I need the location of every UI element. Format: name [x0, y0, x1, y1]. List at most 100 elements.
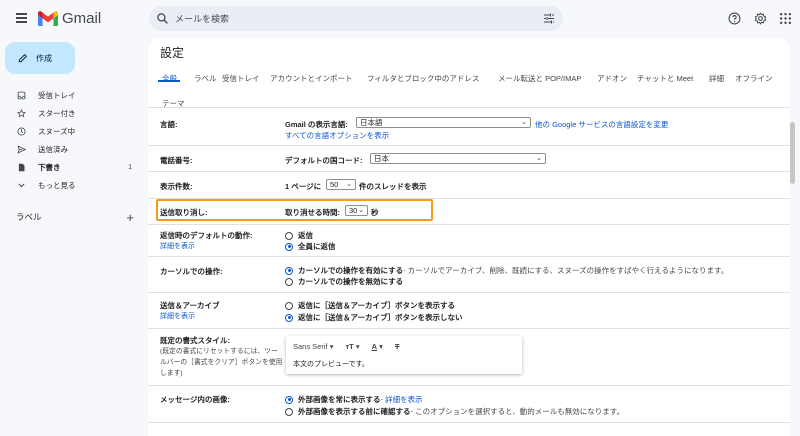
tab-labels[interactable]: ラベル — [194, 73, 217, 84]
sidebar-item-label: もっと見る — [38, 180, 76, 190]
drafts-count: 1 — [128, 163, 132, 171]
sidebar-item-drafts[interactable]: 下書き 1 — [0, 158, 140, 176]
sidebar-item-label: スヌーズ中 — [38, 126, 76, 136]
display-language-select[interactable]: 日本語 ⌄ — [356, 117, 531, 128]
search-icon[interactable] — [156, 12, 169, 25]
reply-all-radio[interactable]: 全員に返信 — [285, 241, 336, 252]
main-menu-icon[interactable] — [16, 13, 27, 23]
tab-filters-blocked[interactable]: フィルタとブロック中のアドレス — [367, 73, 479, 84]
tab-accounts-import[interactable]: アカウントとインポート — [270, 73, 353, 84]
settings-panel: 設定 全般 ラベル 受信トレイ アカウントとインポート フィルタとブロック中のア… — [148, 38, 790, 436]
images-label: メッセージ内の画像: — [160, 395, 230, 404]
gmail-logo[interactable]: Gmail — [38, 10, 101, 27]
reply-default-label: 返信時のデフォルトの動作: — [160, 231, 253, 240]
row-divider — [148, 256, 790, 257]
tab-general[interactable]: 全般 — [162, 73, 177, 84]
sidebar-item-label: 下書き — [38, 162, 61, 172]
text-style-note: (既定の書式にリセットするには、ツー ルバーの［書式をクリア］ボタンを使用 しま… — [160, 348, 283, 377]
radio-button[interactable] — [285, 277, 293, 286]
clock-icon — [17, 127, 26, 135]
settings-scrollbar[interactable] — [790, 122, 795, 184]
language-label: 言語: — [160, 120, 178, 129]
cursor-actions-label: カーソルでの操作: — [160, 267, 223, 276]
send-archive-label: 送信＆アーカイブ — [160, 301, 220, 310]
row-divider — [148, 145, 790, 146]
cursor-enable-radio[interactable]: カーソルでの操作を有効にする - カーソルでアーカイブ、削除、既読にする、スヌー… — [285, 265, 728, 276]
send-archive-learn-more-link[interactable]: 詳細を表示 — [160, 311, 195, 321]
sidebar-item-inbox[interactable]: 受信トレイ — [0, 86, 140, 104]
row-divider — [148, 171, 790, 172]
sidebar-item-sent[interactable]: 送信済み — [0, 140, 140, 158]
page-size-label: 表示件数: — [160, 182, 193, 191]
page-size-suffix: 件のスレッドを表示 — [359, 182, 427, 191]
gmail-logo-text: Gmail — [62, 10, 102, 27]
search-options-icon[interactable] — [543, 13, 555, 24]
radio-button-selected[interactable] — [285, 242, 293, 251]
other-google-language-link[interactable]: 他の Google サービスの言語設定を変更 — [535, 119, 668, 130]
cursor-disable-radio[interactable]: カーソルでの操作を無効にする — [285, 276, 403, 287]
row-divider — [148, 292, 790, 293]
top-bar: Gmail — [0, 0, 800, 38]
chevron-down-icon — [18, 183, 25, 187]
ask-before-images-radio[interactable]: 外部画像を表示する前に確認する - このオプションを選択すると、動的メールも無効… — [285, 406, 624, 417]
pencil-icon — [18, 54, 27, 63]
sidebar-item-starred[interactable]: スター付き — [0, 104, 140, 122]
tab-inbox[interactable]: 受信トレイ — [222, 73, 260, 84]
radio-button-selected[interactable] — [285, 395, 293, 404]
reply-radio[interactable]: 返信 — [285, 230, 313, 241]
sidebar-item-snoozed[interactable]: スヌーズ中 — [0, 122, 140, 140]
radio-button[interactable] — [285, 301, 293, 310]
undo-send-highlight-box — [156, 199, 433, 221]
labels-heading: ラベル — [16, 212, 42, 222]
row-divider — [148, 385, 790, 386]
radio-button-selected[interactable] — [285, 313, 293, 322]
compose-button[interactable]: 作成 — [5, 42, 75, 74]
sidebar-nav: 受信トレイ スター付き スヌーズ中 送信済み 下書き 1 もっと見る — [0, 86, 140, 194]
radio-button[interactable] — [285, 231, 293, 240]
always-show-images-radio[interactable]: 外部画像を常に表示する - 詳細を表示 — [285, 394, 423, 405]
draft-icon — [18, 163, 25, 171]
text-preview: 本文のプレビューです。 — [293, 361, 369, 368]
reply-default-learn-more-link[interactable]: 詳細を表示 — [160, 241, 195, 251]
radio-button-selected[interactable] — [285, 266, 293, 275]
gmail-m-icon — [38, 11, 58, 26]
tab-advanced[interactable]: 詳細 — [709, 73, 724, 84]
text-color-icon[interactable]: A ▾ — [372, 342, 383, 351]
tab-addons[interactable]: アドオン — [597, 73, 627, 84]
radio-button[interactable] — [285, 407, 293, 416]
apps-grid-icon[interactable] — [779, 12, 792, 25]
text-style-editor: Sans Serif ▾ тT ▾ A ▾ T 本文のプレビューです。 — [286, 336, 522, 374]
show-send-archive-radio[interactable]: 返信に［送信＆アーカイブ］ボタンを表示する — [285, 300, 455, 311]
help-icon[interactable] — [728, 12, 741, 25]
sidebar-item-more[interactable]: もっと見る — [0, 176, 140, 194]
font-family-dropdown[interactable]: Sans Serif ▾ — [293, 342, 333, 351]
text-style-label: 既定の書式スタイル: — [160, 336, 230, 345]
sidebar-item-label: 受信トレイ — [38, 90, 76, 100]
page-title: 設定 — [160, 46, 185, 60]
sidebar-item-label: 送信済み — [38, 144, 68, 154]
tabs-divider — [148, 107, 790, 108]
all-language-options-link[interactable]: すべての言語オプションを表示 — [285, 130, 389, 141]
star-icon — [17, 108, 26, 117]
sidebar-item-label: スター付き — [38, 108, 76, 118]
font-size-icon[interactable]: тT ▾ — [345, 342, 359, 351]
inbox-icon — [17, 91, 26, 99]
compose-label: 作成 — [36, 53, 52, 63]
page-size-select[interactable]: 50 ⌄ — [326, 179, 356, 190]
search-bar — [149, 6, 563, 31]
country-code-select[interactable]: 日本 ⌄ — [370, 153, 546, 164]
hide-send-archive-radio[interactable]: 返信に［送信＆アーカイブ］ボタンを表示しない — [285, 312, 463, 323]
send-icon — [17, 144, 26, 154]
images-learn-more-link[interactable]: - 詳細を表示 — [381, 394, 423, 405]
chevron-down-icon: ⌄ — [346, 181, 352, 188]
tab-chat-meet[interactable]: チャットと Meet — [637, 73, 693, 84]
tab-forwarding-pop-imap[interactable]: メール転送と POP/IMAP — [498, 73, 581, 84]
remove-formatting-icon[interactable]: T — [395, 342, 400, 351]
gear-icon[interactable] — [754, 12, 767, 25]
format-toolbar: Sans Serif ▾ тT ▾ A ▾ T — [293, 342, 411, 351]
tab-offline[interactable]: オフライン — [735, 73, 773, 84]
add-label-icon[interactable]: + — [126, 211, 134, 224]
phone-label: 電話番号: — [160, 156, 193, 165]
chevron-down-icon: ⌄ — [536, 155, 542, 162]
search-input[interactable] — [175, 10, 515, 27]
